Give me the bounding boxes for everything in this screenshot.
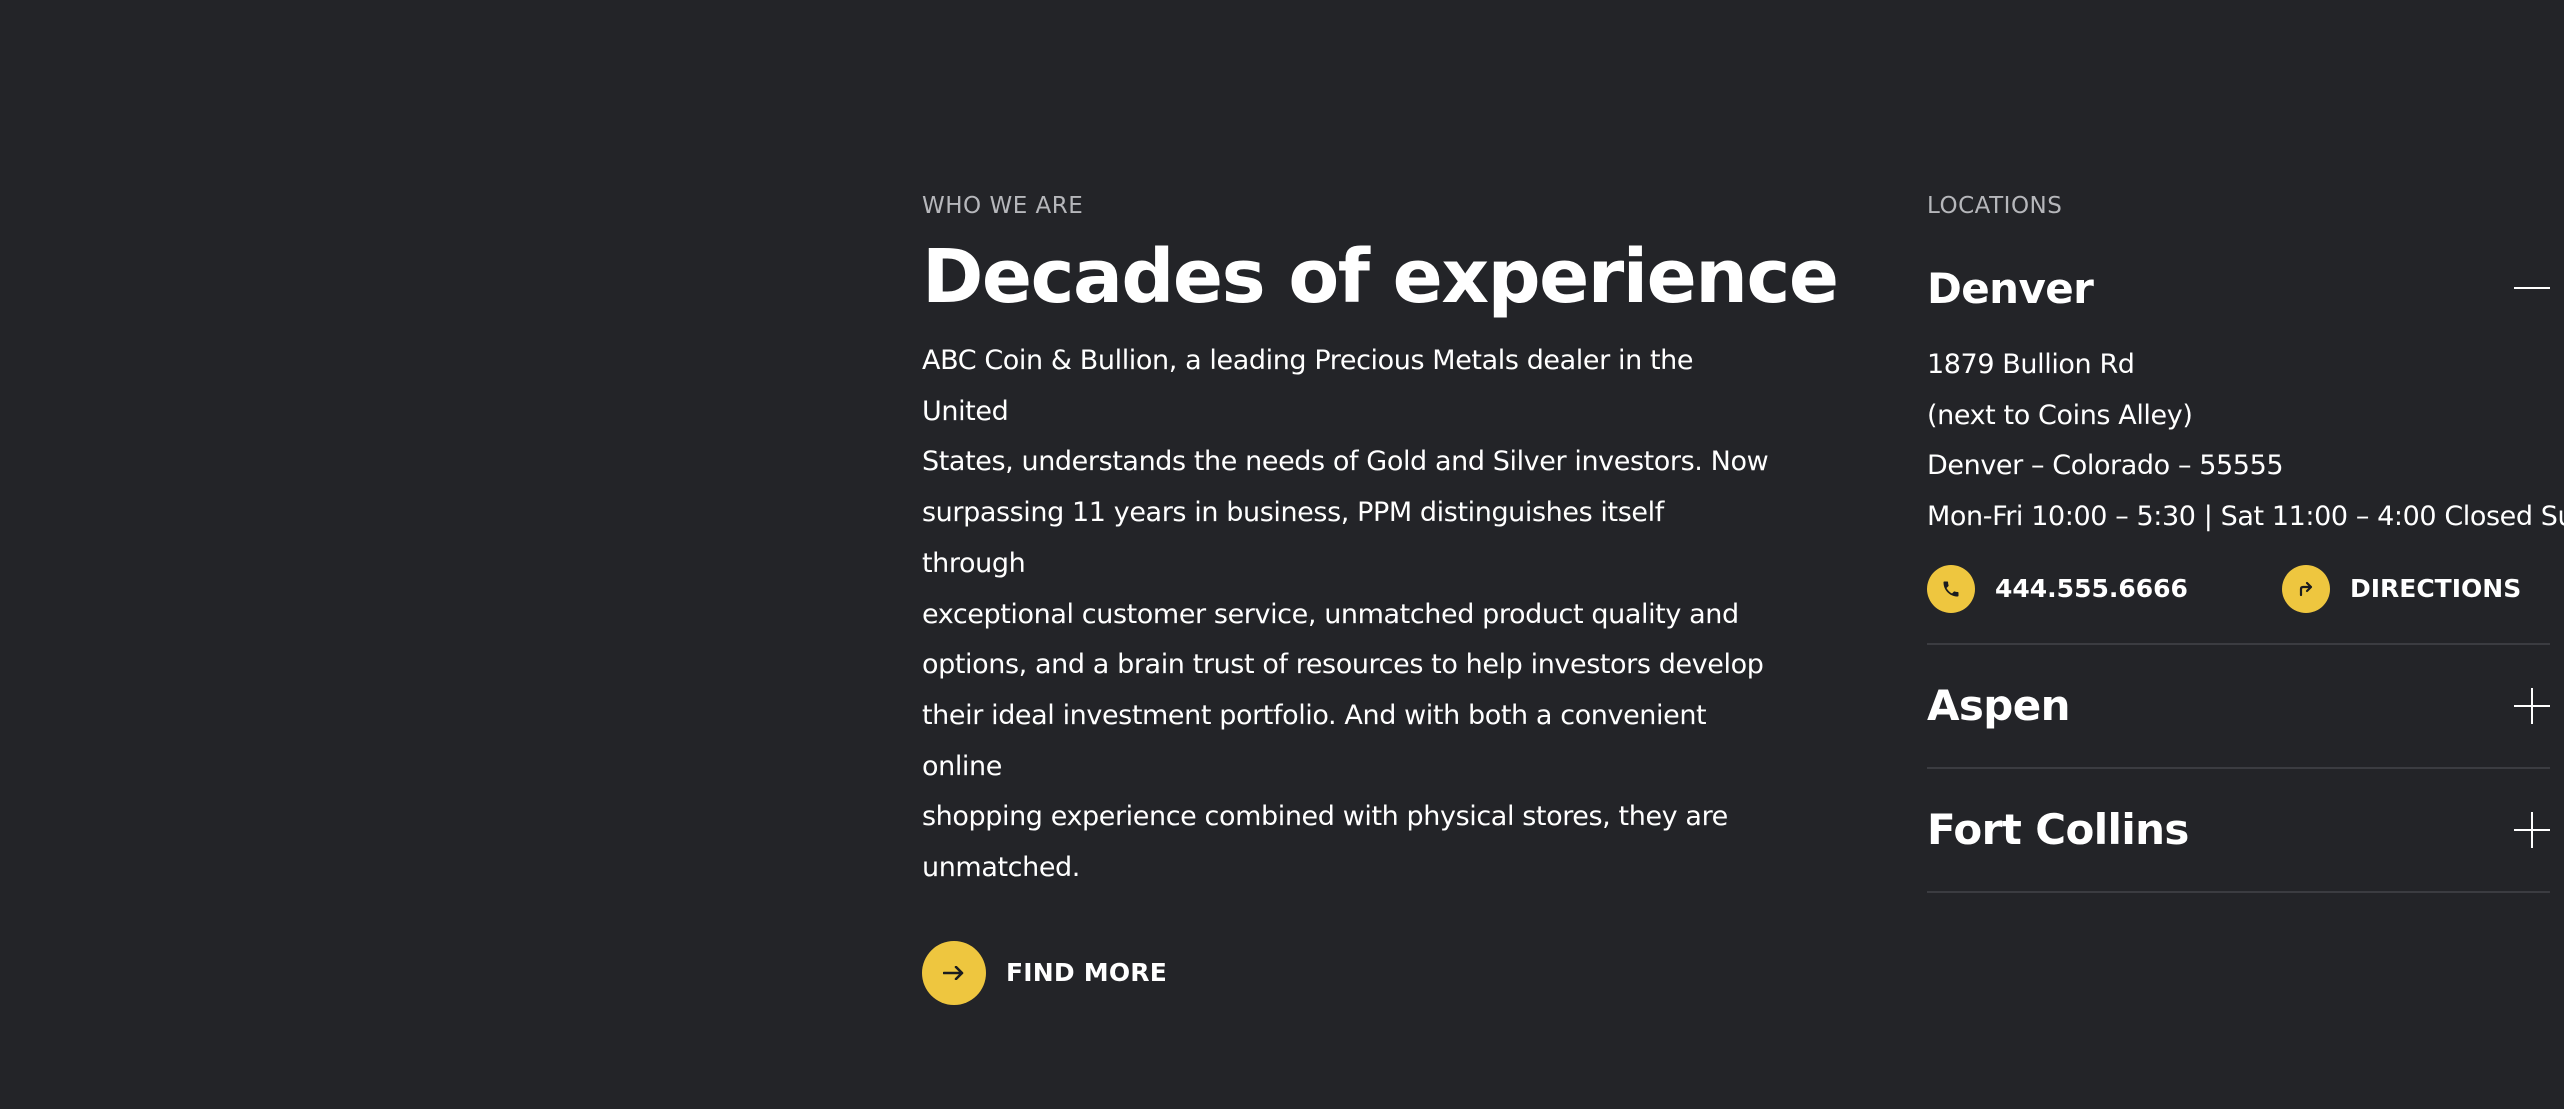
location-denver: Denver 1879 Bullion Rd (next to Coins Al… xyxy=(1927,260,2564,645)
phone-link[interactable]: 444.555.6666 xyxy=(1927,564,2188,613)
find-more-button[interactable]: FIND MORE xyxy=(922,940,1168,1005)
address-line: Denver – Colorado – 55555 xyxy=(1927,450,2284,482)
location-name: Denver xyxy=(1927,263,2094,313)
location-header-fort-collins[interactable]: Fort Collins xyxy=(1927,769,2550,891)
directions-icon xyxy=(2281,564,2330,613)
find-more-label: FIND MORE xyxy=(1006,958,1168,988)
paragraph-line: unmatched. xyxy=(922,852,1080,884)
minus-icon[interactable] xyxy=(2514,270,2550,306)
location-fort-collins: Fort Collins xyxy=(1927,769,2550,893)
about-paragraph: ABC Coin & Bullion, a leading Precious M… xyxy=(922,336,1772,894)
plus-icon[interactable] xyxy=(2514,811,2550,848)
paragraph-line: surpassing 11 years in business, PPM dis… xyxy=(922,497,1664,579)
location-aspen: Aspen xyxy=(1927,645,2550,769)
location-details: 1879 Bullion Rd (next to Coins Alley) De… xyxy=(1927,316,2564,643)
who-we-are-section: WHO WE ARE Decades of experience ABC Coi… xyxy=(922,192,1839,1005)
paragraph-line: exceptional customer service, unmatched … xyxy=(922,598,1739,630)
paragraph-line: States, understands the needs of Gold an… xyxy=(922,446,1769,478)
paragraph-line: their ideal investment portfolio. And wi… xyxy=(922,699,1707,782)
directions-label: DIRECTIONS xyxy=(2349,574,2522,604)
page: WHO WE ARE Decades of experience ABC Coi… xyxy=(0,0,2564,1109)
paragraph-line: ABC Coin & Bullion, a leading Precious M… xyxy=(922,345,1694,427)
paragraph-line: shopping experience combined with physic… xyxy=(922,801,1728,833)
location-header-denver[interactable]: Denver xyxy=(1927,260,2550,316)
phone-number: 444.555.6666 xyxy=(1995,574,2188,604)
section-title: Decades of experience xyxy=(922,234,1839,320)
plus-icon[interactable] xyxy=(2514,687,2550,724)
address-line: 1879 Bullion Rd xyxy=(1927,349,2135,380)
locations-eyebrow: LOCATIONS xyxy=(1927,193,2063,219)
location-actions: 444.555.6666 DIRECTIONS xyxy=(1927,564,2550,613)
address-line: (next to Coins Alley) xyxy=(1927,399,2193,431)
location-header-aspen[interactable]: Aspen xyxy=(1927,645,2550,767)
directions-link[interactable]: DIRECTIONS xyxy=(2281,564,2522,613)
phone-icon xyxy=(1927,564,1975,613)
store-hours: Mon-Fri 10:00 – 5:30 | Sat 11:00 – 4:00 … xyxy=(1927,501,2564,533)
locations-section: LOCATIONS Denver 1879 Bullion Rd (next t… xyxy=(1927,192,2564,893)
section-eyebrow: WHO WE ARE xyxy=(922,193,1084,219)
arrow-right-icon xyxy=(922,940,986,1005)
location-name: Fort Collins xyxy=(1927,805,2189,855)
location-name: Aspen xyxy=(1927,681,2071,731)
paragraph-line: options, and a brain trust of resources … xyxy=(922,649,1764,681)
